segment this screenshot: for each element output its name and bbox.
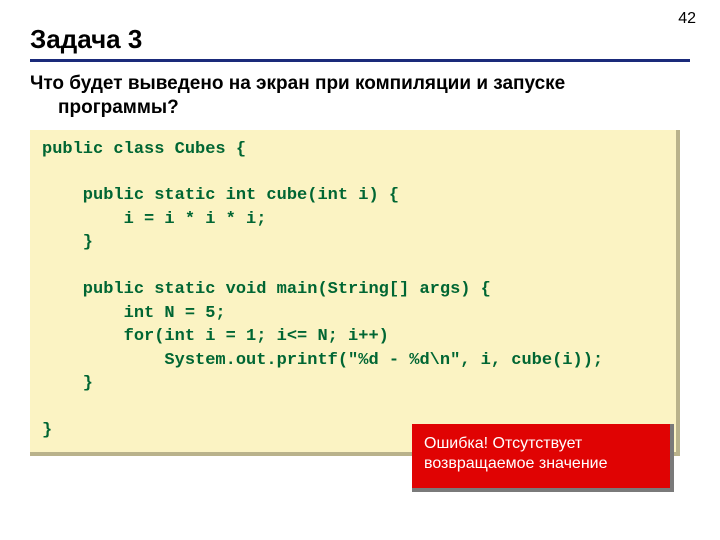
code-text: public class Cubes { public static int c…: [42, 140, 603, 440]
code-block: public class Cubes { public static int c…: [30, 130, 680, 457]
slide: 42 Задача 3 Что будет выведено на экран …: [0, 0, 720, 540]
title-rule: [30, 59, 690, 62]
error-text: Ошибка! Отсутствует возвращаемое значени…: [424, 435, 608, 472]
question-line-2: программы?: [30, 96, 690, 120]
question-line-1: Что будет выведено на экран при компиляц…: [30, 73, 565, 94]
error-callout: Ошибка! Отсутствует возвращаемое значени…: [412, 424, 674, 492]
slide-title: Задача 3: [30, 24, 690, 55]
question-text: Что будет выведено на экран при компиляц…: [30, 72, 690, 120]
page-number: 42: [678, 10, 696, 28]
